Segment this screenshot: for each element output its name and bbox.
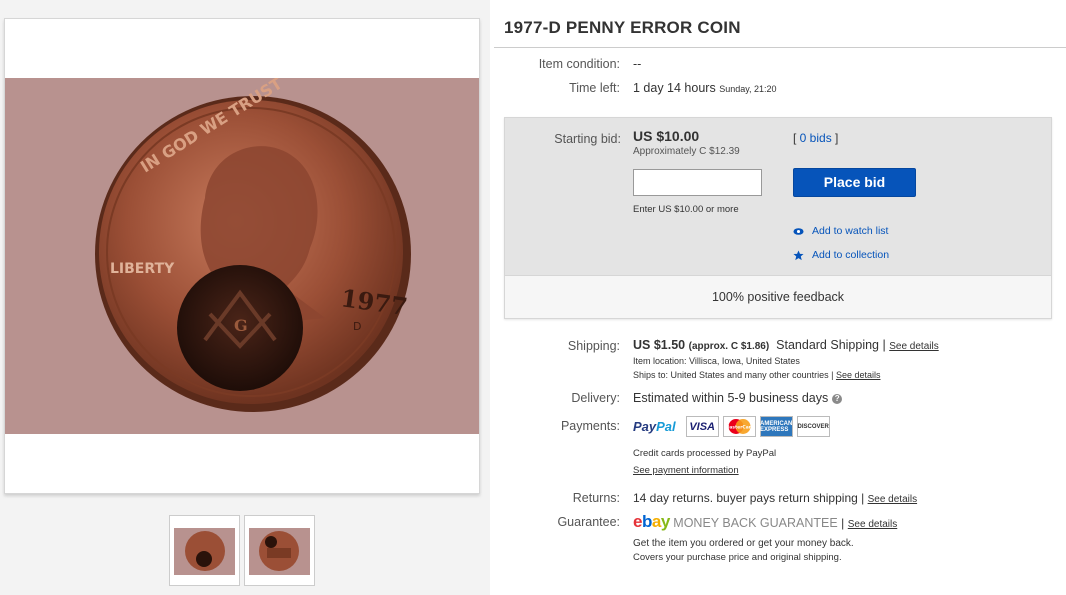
guarantee-row: Guarantee: ebay MONEY BACK GUARANTEE | S…	[490, 512, 1066, 565]
coin-photo: IN GOD WE TRUST LIBERTY 1977 D G	[5, 78, 479, 434]
ebay-logo-b: b	[641, 512, 652, 531]
main-image-frame[interactable]: IN GOD WE TRUST LIBERTY 1977 D G	[4, 18, 480, 494]
guarantee-value: ebay MONEY BACK GUARANTEE | See details	[633, 512, 897, 532]
delivery-value: Estimated within 5-9 business days?	[633, 391, 843, 405]
shipping-see-details[interactable]: See details	[889, 341, 938, 352]
bid-panel: Starting bid: US $10.00 Approximately C …	[505, 118, 1051, 275]
title-divider	[494, 47, 1066, 48]
ebay-logo-a: a	[651, 512, 661, 531]
time-left-label: Time left:	[569, 81, 620, 95]
ships-to-see-details[interactable]: See details	[836, 370, 881, 380]
place-bid-button[interactable]: Place bid	[793, 168, 916, 197]
paypal-logo-pay: Pay	[633, 419, 657, 434]
returns-value: 14 day returns. buyer pays return shippi…	[633, 491, 917, 505]
shipping-cost: US $1.50	[633, 338, 686, 352]
starting-bid-price: US $10.00	[633, 128, 700, 144]
condition-value: --	[633, 57, 642, 71]
main-item-photo[interactable]: IN GOD WE TRUST LIBERTY 1977 D G	[5, 78, 479, 434]
item-title: 1977-D PENNY ERROR COIN	[504, 18, 741, 37]
mastercard-label: MasterCard	[724, 425, 753, 431]
bid-amount-input[interactable]	[633, 169, 762, 196]
item-location: Item location: Villisca, Iowa, United St…	[633, 356, 800, 366]
shipping-method: Standard Shipping |	[776, 338, 886, 352]
ebay-logo: ebay	[633, 512, 670, 531]
star-icon	[793, 249, 804, 260]
bid-hint: Enter US $10.00 or more	[633, 204, 739, 215]
coin-mint-mark: D	[353, 320, 361, 333]
shipping-cost-line: US $1.50 (approx. C $1.86) Standard Ship…	[633, 338, 939, 352]
returns-label: Returns:	[572, 491, 620, 505]
shipping-row: Shipping: US $1.50 (approx. C $1.86) Sta…	[490, 338, 1066, 386]
delivery-row: Delivery: Estimated within 5-9 business …	[490, 391, 1066, 407]
add-to-watch-list-link[interactable]: Add to watch list	[793, 225, 888, 237]
collection-label: Add to collection	[812, 249, 890, 261]
thumbnail-strip	[169, 515, 315, 586]
amex-logo: AMERICAN EXPRESS	[759, 416, 793, 437]
starting-bid-label: Starting bid:	[554, 132, 621, 146]
ships-to: Ships to: United States and many other c…	[633, 370, 881, 380]
seller-feedback: 100% positive feedback	[505, 275, 1051, 318]
bid-box: Starting bid: US $10.00 Approximately C …	[504, 117, 1052, 319]
coin-liberty: LIBERTY	[110, 261, 175, 277]
returns-row: Returns: 14 day returns. buyer pays retu…	[490, 491, 1066, 507]
returns-see-details[interactable]: See details	[868, 494, 917, 505]
returns-policy: 14 day returns. buyer pays return shippi…	[633, 491, 865, 505]
delivery-estimate: Estimated within 5-9 business days	[633, 391, 829, 405]
discover-logo: DISCOVER	[796, 416, 830, 437]
bid-count-link[interactable]: 0 bids	[800, 131, 832, 145]
eye-icon	[793, 227, 804, 235]
image-gallery: IN GOD WE TRUST LIBERTY 1977 D G	[0, 0, 490, 595]
time-left-duration: 1 day 14 hours	[633, 81, 716, 95]
ebay-logo-e: e	[633, 512, 642, 531]
visa-logo: VISA	[685, 416, 719, 437]
paypal-logo-pal: Pal	[656, 419, 676, 434]
thumbnail-2[interactable]	[244, 515, 315, 586]
delivery-label: Delivery:	[571, 391, 620, 405]
ships-to-text: Ships to: United States and many other c…	[633, 370, 834, 380]
guarantee-see-details[interactable]: See details	[848, 519, 897, 530]
bid-count-open: [	[793, 131, 800, 145]
add-to-collection-link[interactable]: Add to collection	[793, 249, 889, 261]
money-back-guarantee: MONEY BACK GUARANTEE	[673, 516, 838, 530]
guarantee-line1: Get the item you ordered or get your mon…	[633, 538, 854, 549]
payments-label: Payments:	[560, 419, 620, 433]
shipping-approx: (approx. C $1.86)	[688, 341, 770, 352]
coin-emblem: G	[234, 316, 248, 335]
help-icon[interactable]: ?	[832, 393, 843, 404]
credit-card-note: Credit cards processed by PayPal	[633, 448, 777, 459]
bid-count: [ 0 bids ]	[793, 131, 838, 145]
payment-logos: PayPal VISA MasterCard AMERICAN EXPRESS …	[633, 416, 830, 437]
guarantee-line2: Covers your purchase price and original …	[633, 552, 842, 563]
ebay-logo-y: y	[660, 512, 670, 531]
guarantee-separator: |	[841, 516, 845, 530]
watch-list-label: Add to watch list	[812, 225, 889, 237]
guarantee-label: Guarantee:	[557, 515, 620, 529]
shipping-label: Shipping:	[567, 339, 620, 353]
item-condition-row: Item condition: --	[490, 57, 1066, 73]
thumbnail-coin-back	[249, 528, 310, 575]
condition-label: Item condition:	[538, 57, 620, 71]
item-details: 1977-D PENNY ERROR COIN Item condition: …	[490, 0, 1066, 595]
time-left-end: Sunday, 21:20	[719, 84, 777, 94]
thumbnail-coin-front	[174, 528, 235, 575]
thumbnail-1[interactable]	[169, 515, 240, 586]
paypal-logo: PayPal	[633, 419, 676, 434]
mastercard-icon: MasterCard	[724, 419, 754, 434]
time-left-value: 1 day 14 hours Sunday, 21:20	[633, 81, 777, 95]
time-left-row: Time left: 1 day 14 hours Sunday, 21:20	[490, 81, 1066, 97]
mastercard-logo: MasterCard	[722, 416, 756, 437]
starting-bid-approx: Approximately C $12.39	[633, 146, 740, 157]
see-payment-information-link[interactable]: See payment information	[633, 465, 739, 476]
bid-count-close: ]	[831, 131, 839, 145]
